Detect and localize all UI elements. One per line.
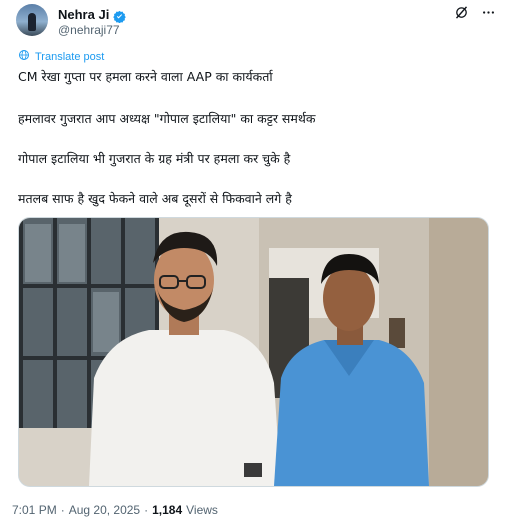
author-name[interactable]: Nehra Ji	[58, 7, 109, 22]
author-handle[interactable]: @nehraji77	[58, 23, 120, 37]
views-label: Views	[186, 503, 218, 517]
post-text-line: CM रेखा गुप्ता पर हमला करने वाला AAP का …	[18, 69, 273, 84]
separator: ·	[60, 503, 65, 517]
avatar[interactable]	[16, 4, 48, 36]
post-text-line: गोपाल इटालिया भी गुजरात के ग्रह मंत्री प…	[18, 151, 291, 166]
post-header: Nehra Ji @nehraji77	[16, 4, 496, 38]
grok-icon[interactable]	[454, 5, 469, 20]
post-media-image[interactable]	[18, 217, 489, 487]
verified-badge-icon	[113, 8, 127, 23]
media-photo	[19, 218, 488, 486]
separator: ·	[144, 503, 149, 517]
post-date[interactable]: Aug 20, 2025	[69, 503, 140, 517]
post-text-line: हमलावर गुजरात आप अध्यक्ष "गोपाल इटालिया"…	[18, 111, 316, 126]
post-text-line: मतलब साफ है खुद फेकने वाले अब दूसरों से …	[18, 191, 292, 206]
translate-post-link[interactable]: Translate post	[18, 49, 104, 64]
views-count: 1,184	[152, 503, 183, 517]
post-time[interactable]: 7:01 PM	[12, 503, 57, 517]
post-footer: 7:01 PM · Aug 20, 2025 · 1,184 Views	[12, 503, 218, 517]
translate-globe-icon	[18, 49, 30, 64]
author-name-line: Nehra Ji	[58, 6, 127, 23]
header-actions	[454, 4, 496, 20]
more-icon[interactable]	[481, 5, 496, 20]
translate-post-label: Translate post	[35, 50, 105, 63]
